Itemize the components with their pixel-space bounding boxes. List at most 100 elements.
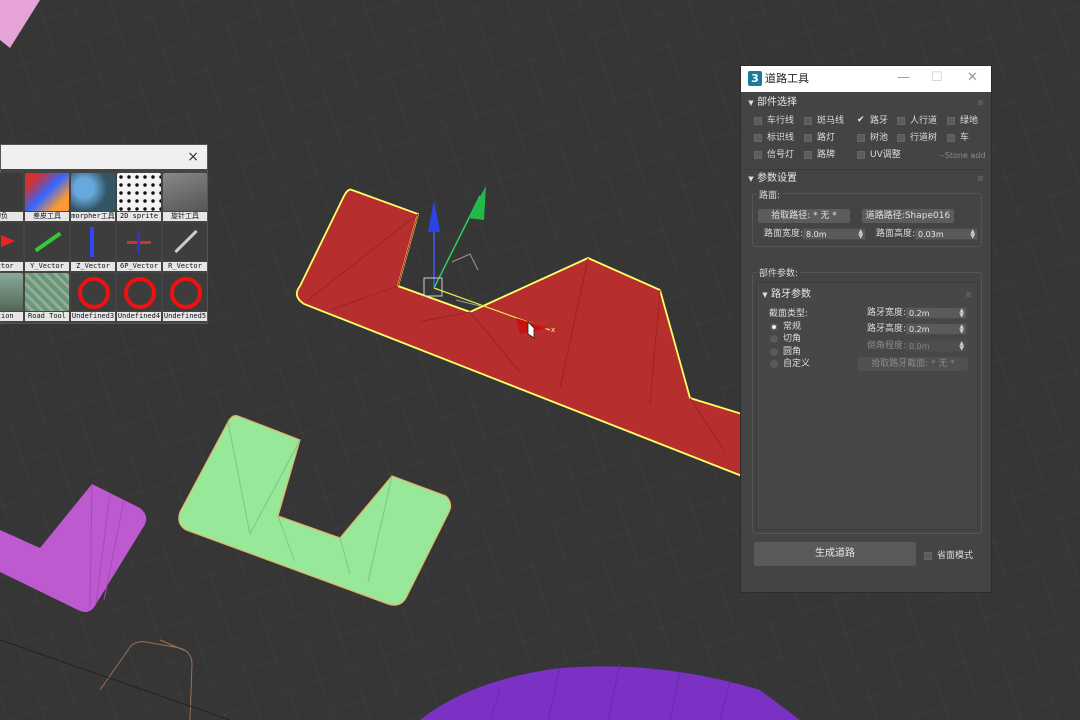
rollout-pin-icon xyxy=(978,176,983,181)
rollout-title: 参数设置 xyxy=(757,173,797,184)
spinner-value: 0.0m xyxy=(909,342,930,351)
collapse-triangle-icon: ▼ xyxy=(762,291,768,299)
tool-thumb xyxy=(117,173,161,211)
tool-cell[interactable]: 2D sprite xyxy=(117,173,161,221)
checkbox-label: 车行线 xyxy=(767,116,795,126)
curb-height-spinner[interactable]: 0.2m ▲ ▼ xyxy=(905,323,967,335)
tool-cell[interactable]: 旋针工具 xyxy=(163,173,207,221)
tool-thumb xyxy=(71,273,115,311)
tool-label: Vector xyxy=(0,262,23,271)
checkmark-icon: ✔ xyxy=(857,115,865,125)
rollout-parameters[interactable]: ▼ 参数设置 xyxy=(745,171,987,187)
tool-cell[interactable]: Z_Vector xyxy=(71,223,115,271)
rollout-title: 路牙参数 xyxy=(771,289,811,300)
tool-label: 2D sprite xyxy=(117,212,161,221)
rollout-curb-params[interactable]: ▼ 路牙参数 xyxy=(759,287,975,303)
spinner-arrows-icon[interactable]: ▲ ▼ xyxy=(959,341,964,352)
tool-cell[interactable]: Vector xyxy=(0,223,23,271)
checkbox-box xyxy=(947,117,955,125)
radio-label: 圆角 xyxy=(783,347,802,357)
tool-cell[interactable]: Undefined3 xyxy=(71,273,115,321)
toolbox-panel: × 的负 差皮工具 morpher工具 2D sprite 旋针工具 Vecto… xyxy=(0,144,208,324)
stone-add-label: --Stone add xyxy=(939,151,986,160)
checkbox-box xyxy=(804,117,812,125)
road-path-button[interactable]: 道路路径:Shape016 xyxy=(862,209,954,223)
checkbox-box xyxy=(754,117,762,125)
maximize-button[interactable]: ☐ xyxy=(931,69,943,87)
radio-label: 自定义 xyxy=(783,359,811,369)
tool-label: 差皮工具 xyxy=(25,212,69,221)
minimize-button[interactable]: — xyxy=(897,69,910,87)
close-button[interactable]: ✕ xyxy=(967,69,978,87)
tool-label: R_Vector xyxy=(163,262,207,271)
chamfer-spinner[interactable]: 0.0m ▲ ▼ xyxy=(905,340,967,352)
radio-dot xyxy=(770,335,778,343)
tool-cell[interactable]: Road Tool xyxy=(25,273,69,321)
checkbox-label: 标识线 xyxy=(767,133,795,143)
checkbox-label: 省面模式 xyxy=(937,551,974,561)
window-title: 道路工具 xyxy=(765,72,809,85)
road-height-spinner[interactable]: 0.03m ▲ ▼ xyxy=(914,228,978,240)
checkbox-label: 行道树 xyxy=(910,133,938,143)
pick-curb-section-button[interactable]: 拾取路牙截面: * 无 * xyxy=(858,357,968,371)
toolbox-close-button[interactable]: × xyxy=(187,147,199,167)
tool-cell[interactable]: Motion xyxy=(0,273,23,321)
checkbox-label: 车 xyxy=(960,133,970,143)
spinner-arrows-icon[interactable]: ▲ ▼ xyxy=(959,308,964,319)
checkbox-box xyxy=(947,134,955,142)
tool-cell[interactable]: Undefined5 xyxy=(163,273,207,321)
road-tool-titlebar[interactable]: 3 道路工具 — ☐ ✕ xyxy=(741,66,991,92)
radio-dot xyxy=(770,323,778,331)
tool-cell[interactable]: 的负 xyxy=(0,173,23,221)
checkbox-label: 斑马线 xyxy=(817,116,845,126)
spinner-value: 0.2m xyxy=(909,325,930,334)
tool-thumb xyxy=(0,273,23,311)
tool-cell[interactable]: Y_Vector xyxy=(25,223,69,271)
checkbox-box xyxy=(897,117,905,125)
checkbox-label: 绿地 xyxy=(960,116,979,126)
pick-path-button[interactable]: 拾取路径: * 无 * xyxy=(758,209,850,223)
tool-thumb xyxy=(117,273,161,311)
checkbox-label: 路牙 xyxy=(870,116,889,126)
road-surface-label: 路面: xyxy=(757,190,783,202)
tool-cell[interactable]: Undefined4 xyxy=(117,273,161,321)
tool-cell[interactable]: 6P_Vector xyxy=(117,223,161,271)
z-vector-icon xyxy=(90,227,94,257)
road-width-label: 路面宽度: xyxy=(764,229,804,239)
radio-dot xyxy=(770,348,778,356)
y-vector-icon xyxy=(34,231,62,253)
checkbox-box xyxy=(804,151,812,159)
toolbox-titlebar[interactable]: × xyxy=(1,145,207,169)
checkbox-label: 信号灯 xyxy=(767,150,795,160)
checkbox-box xyxy=(804,134,812,142)
spinner-arrows-icon[interactable]: ▲ ▼ xyxy=(959,324,964,335)
tool-cell[interactable]: R_Vector xyxy=(163,223,207,271)
rollout-parts-selection[interactable]: ▼ 部件选择 xyxy=(745,95,987,111)
checkbox-label: 路灯 xyxy=(817,133,836,143)
tool-cell[interactable]: morpher工具 xyxy=(71,173,115,221)
collapse-triangle-icon: ▼ xyxy=(748,175,754,183)
no-entry-icon xyxy=(124,277,156,309)
curb-width-spinner[interactable]: 0.2m ▲ ▼ xyxy=(905,307,967,319)
checkbox-box xyxy=(754,134,762,142)
spinner-arrows-icon[interactable]: ▲ ▼ xyxy=(858,229,863,240)
component-params-label: 部件参数: xyxy=(757,268,801,280)
tool-cell[interactable]: 差皮工具 xyxy=(25,173,69,221)
generate-road-button[interactable]: 生成道路 xyxy=(754,542,916,566)
section-divider xyxy=(745,169,987,170)
tool-thumb xyxy=(0,173,23,211)
tool-thumb xyxy=(163,273,207,311)
3dsmax-logo-icon: 3 xyxy=(748,71,762,86)
radio-dot xyxy=(770,360,778,368)
tool-label: morpher工具 xyxy=(71,212,115,221)
road-width-spinner[interactable]: 8.0m ▲ ▼ xyxy=(802,228,866,240)
vector-arrow-icon xyxy=(1,235,15,247)
spinner-value: 0.03m xyxy=(918,230,944,239)
no-entry-icon xyxy=(170,277,202,309)
no-entry-icon xyxy=(78,277,110,309)
checkbox-label: UV调整 xyxy=(870,150,901,160)
tool-thumb xyxy=(25,273,69,311)
spinner-arrows-icon[interactable]: ▲ ▼ xyxy=(970,229,975,240)
tool-thumb xyxy=(163,173,207,211)
tool-thumb xyxy=(0,223,23,261)
